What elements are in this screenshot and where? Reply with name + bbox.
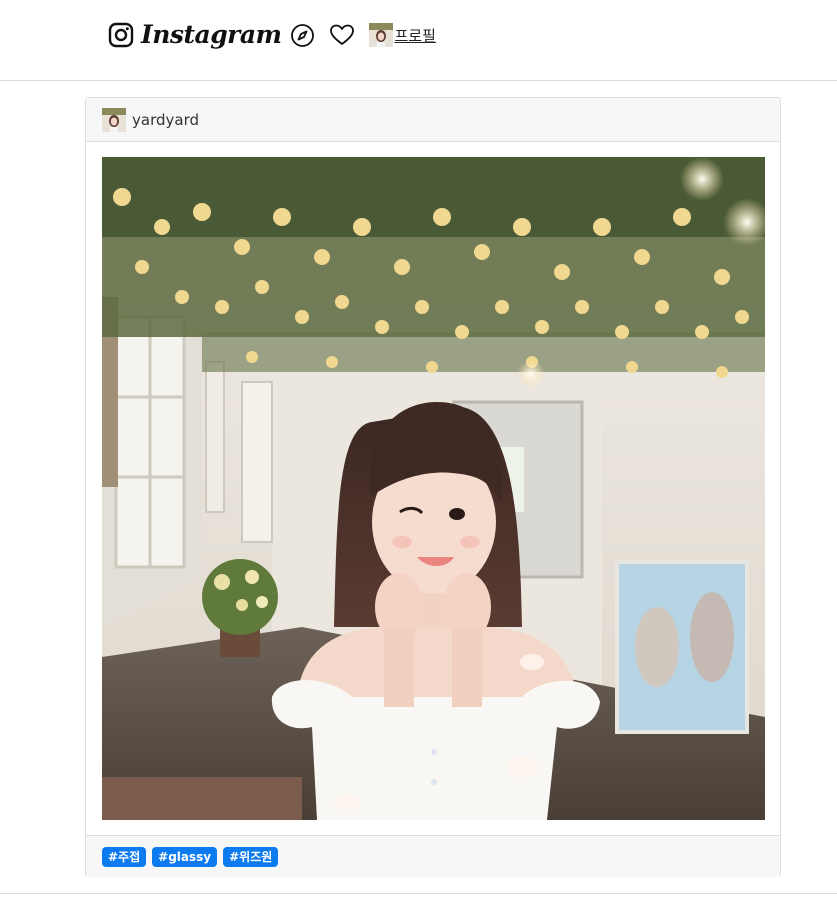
post-footer: #주접 #glassy #위즈원	[86, 835, 780, 877]
post-header: yardyard	[86, 98, 780, 142]
top-navbar: Instagram 프로필	[0, 0, 837, 81]
hashtag-badge[interactable]: #glassy	[152, 846, 218, 867]
instagram-icon[interactable]	[108, 22, 134, 48]
profile-link-label[interactable]: 프로필	[395, 25, 436, 46]
nav-bar-content: Instagram 프로필	[108, 18, 436, 52]
hashtag-badge[interactable]: #주접	[102, 846, 147, 867]
brand-logo-text[interactable]: Instagram	[141, 18, 282, 52]
post-username[interactable]: yardyard	[132, 111, 199, 129]
profile-link[interactable]: 프로필	[368, 23, 436, 47]
post-photo[interactable]	[102, 157, 765, 820]
post-card: yardyard #주접 #glassy #위즈원	[85, 97, 781, 877]
compass-icon[interactable]	[290, 23, 315, 48]
heart-icon[interactable]	[329, 23, 355, 47]
hashtag-badge[interactable]: #위즈원	[223, 846, 279, 867]
divider	[0, 893, 837, 894]
avatar	[368, 23, 393, 47]
avatar[interactable]	[102, 107, 126, 132]
